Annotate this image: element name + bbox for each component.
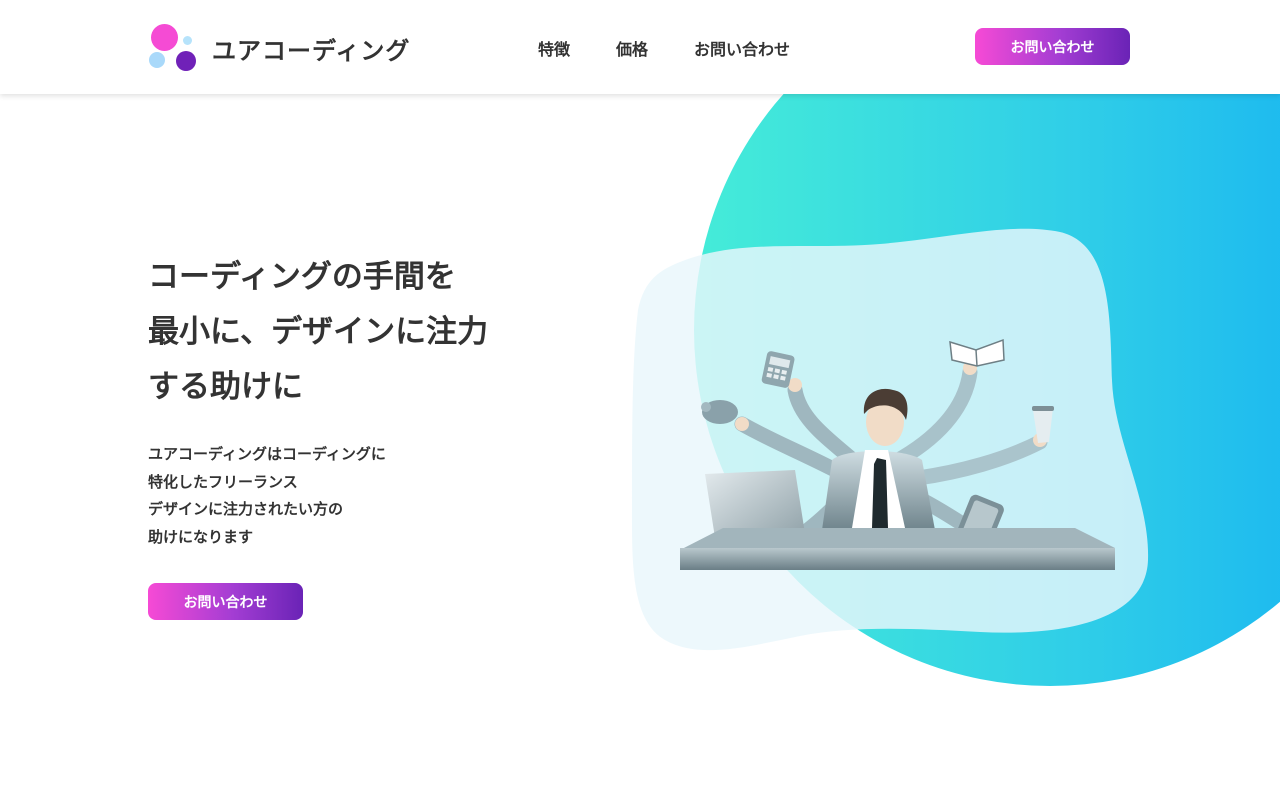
hero-lead-line: ユアコーディングはコーディングに bbox=[148, 445, 386, 463]
header-contact-button[interactable]: お問い合わせ bbox=[975, 28, 1130, 65]
logo-dot-purple bbox=[176, 51, 196, 71]
hero-lead-line: デザインに注力されたい方の bbox=[148, 500, 344, 518]
hero-title-line: 最小に、デザインに注力 bbox=[148, 314, 489, 350]
hero-title-line: する助けに bbox=[148, 369, 303, 405]
logo-mark-icon bbox=[148, 22, 198, 72]
hero-lead-line: 特化したフリーランス bbox=[148, 472, 298, 491]
page: ユアコーディング 特徴 価格 お問い合わせ お問い合わせ コーディングの手間を … bbox=[0, 0, 1280, 788]
hero-title-line: コーディングの手間を bbox=[148, 259, 456, 295]
logo-dot-light bbox=[149, 52, 165, 68]
logo-dot-light-small bbox=[183, 36, 192, 45]
hero-contact-button[interactable]: お問い合わせ bbox=[148, 583, 303, 620]
hero-title: コーディングの手間を 最小に、デザインに注力 する助けに bbox=[148, 250, 568, 415]
logo-text: ユアコーディング bbox=[212, 37, 411, 65]
site-header: ユアコーディング 特徴 価格 お問い合わせ お問い合わせ bbox=[0, 0, 1280, 94]
main-nav: 特徴 価格 お問い合わせ bbox=[538, 36, 836, 60]
hero-section: コーディングの手間を 最小に、デザインに注力 する助けに ユアコーディングはコー… bbox=[148, 250, 568, 620]
nav-link-pricing[interactable]: 価格 bbox=[616, 36, 648, 60]
hero-lead: ユアコーディングはコーディングに 特化したフリーランス デザインに注力されたい方… bbox=[148, 441, 568, 551]
logo-link[interactable]: ユアコーディング bbox=[148, 22, 411, 72]
hero-lead-line: 助けになります bbox=[148, 527, 254, 546]
nav-link-contact[interactable]: お問い合わせ bbox=[694, 36, 790, 60]
nav-link-features[interactable]: 特徴 bbox=[538, 36, 570, 60]
logo-dot-pink bbox=[151, 24, 178, 51]
